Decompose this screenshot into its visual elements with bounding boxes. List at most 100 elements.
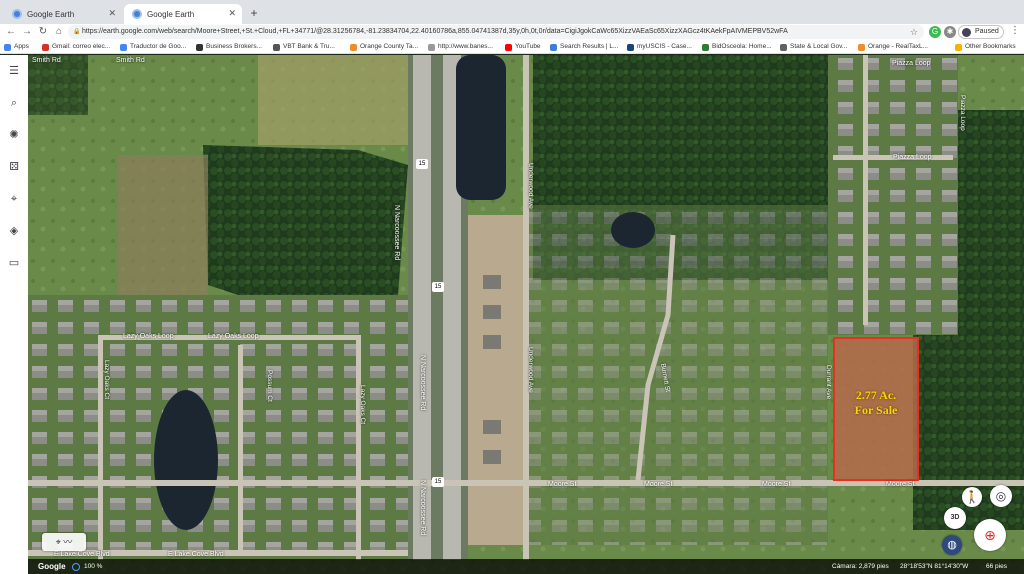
bookmark-star-icon[interactable]: ☆ (910, 25, 918, 39)
back-arrow-icon[interactable]: ← (4, 25, 18, 39)
map-style-layers-icon[interactable]: ◈ (6, 223, 22, 239)
folder-icon (955, 43, 962, 51)
close-tab-icon[interactable]: ✕ (108, 8, 116, 19)
reload-icon[interactable]: ↻ (36, 25, 50, 39)
bookmark-other[interactable]: Other Bookmarks (955, 41, 1016, 53)
bookmark-state-local[interactable]: State & Local Gov... (780, 41, 847, 53)
toggle-3d-button[interactable]: 3D (944, 507, 966, 529)
google-earth-favicon-icon (132, 9, 142, 19)
profile-paused-button[interactable]: Paused (958, 25, 1004, 39)
parcel-acreage: 2.77 Ac. (855, 388, 897, 402)
bookmark-youtube[interactable]: YouTube (505, 41, 541, 53)
home-icon[interactable]: ⌂ (52, 25, 66, 39)
search-results-icon (550, 43, 557, 51)
elevation: 66 pies (986, 563, 1007, 570)
parcel-label: 2.77 Ac. For Sale (834, 388, 918, 418)
apps-grid-icon (4, 43, 11, 51)
street-label-possum-ct: Possum Ct (266, 370, 273, 402)
gmail-icon (42, 43, 49, 51)
street-label-lazy-oaks-ct-2: Lazy Oaks Ct (359, 385, 366, 425)
tab-title: Google Earth (147, 9, 195, 19)
street-label-moore-st-4: Moore St (886, 481, 915, 488)
bookmark-gmail[interactable]: Gmail: correo elec... (42, 41, 110, 53)
grammarly-extension-icon[interactable]: G (929, 26, 941, 38)
search-icon[interactable]: ⌕ (6, 95, 22, 111)
street-label-underwood-bottom: Underwood Ave (527, 347, 534, 393)
browser-toolbar: ← → ↻ ⌂ 🔒 https://earth.google.com/web/s… (0, 24, 1024, 40)
tab-google-earth-1[interactable]: Google Earth ✕ (4, 4, 122, 24)
status-bar: Google 100 % Cámara: 2,879 pies 28°18'53… (28, 559, 1024, 574)
tab-google-earth-2[interactable]: Google Earth ✕ (124, 4, 242, 24)
earth-sidebar: ☰ ⌕ ✺ ⚄ ⌖ ◈ ▭ (0, 55, 28, 574)
loading-progress-icon (72, 563, 80, 571)
route-15-shield-bottom: 15 (432, 477, 444, 487)
satellite-map[interactable]: Smith Rd Smith Rd N Narcoossee Rd N Narc… (28, 55, 1024, 574)
street-label-moore-st-1: Moore St (548, 481, 577, 488)
zoom-level: 100 % (84, 563, 103, 570)
my-location-icon[interactable]: ◎ (990, 485, 1012, 507)
street-label-lazy-oaks-ct: Lazy Oaks Ct (103, 360, 110, 400)
vbt-bank-icon (273, 43, 280, 51)
street-label-moore-st-3: Moore St (762, 481, 791, 488)
bookmark-banes[interactable]: http://www.banes... (428, 41, 493, 53)
uscis-icon (627, 43, 634, 51)
parcel-for-sale-text: For Sale (854, 403, 898, 417)
street-label-smith-rd-b: Smith Rd (116, 57, 145, 64)
profile-status: Paused (975, 28, 999, 35)
bookmark-realtaxl[interactable]: Orange - RealTaxL... (858, 41, 928, 53)
street-label-piazza-loop-1: Piazza Loop (892, 60, 931, 67)
pegman-street-view-icon[interactable]: 🚶 (962, 487, 982, 507)
realtaxl-icon (858, 43, 865, 51)
state-local-icon (780, 43, 787, 51)
street-label-lazy-oaks-loop-1: Lazy Oaks Loop (123, 333, 174, 340)
satellite-imagery[interactable] (28, 55, 1024, 574)
lock-icon: 🔒 (73, 29, 81, 35)
bookmark-apps[interactable]: Apps (4, 41, 29, 53)
voyager-icon[interactable]: ✺ (6, 127, 22, 143)
street-label-durrant-ave: Durrant Ave (825, 365, 832, 400)
globe-icon[interactable]: ◍ (942, 535, 962, 555)
profile-avatar (962, 28, 971, 37)
bookmark-bidosceola[interactable]: BidOsceola: Home... (702, 41, 772, 53)
compass-icon[interactable]: ⊕ (974, 519, 1006, 551)
street-label-lake-cove-2: E Lake Cove Blvd (168, 551, 224, 558)
bookmark-translate[interactable]: Traductor de Goo... (120, 41, 186, 53)
forward-arrow-icon[interactable]: → (20, 25, 34, 39)
tab-title: Google Earth (27, 9, 75, 19)
street-label-narcoossee-bottom: N Narcoossee Rd (419, 480, 426, 536)
bookmarks-bar: Apps Gmail: correo elec... Traductor de … (0, 40, 1024, 54)
close-tab-icon[interactable]: ✕ (228, 8, 236, 19)
coordinates: 28°18'53"N 81°14'30"W (900, 563, 969, 570)
bookmark-business-brokers[interactable]: Business Brokers... (196, 41, 262, 53)
route-15-shield-top: 15 (416, 159, 428, 169)
street-label-lazy-oaks-loop-2: Lazy Oaks Loop (208, 333, 259, 340)
business-brokers-icon (196, 43, 203, 51)
address-bar[interactable]: 🔒 https://earth.google.com/web/search/Mo… (68, 25, 924, 39)
orange-county-icon (350, 43, 357, 51)
street-label-lake-cove-1: E Lake Cove Blvd (54, 551, 110, 558)
street-label-narcoossee-mid: N Narcoossee Rd (419, 355, 426, 411)
bookmark-vbt-bank[interactable]: VBT Bank & Tru... (273, 41, 335, 53)
street-label-moore-st-2: Moore St (644, 481, 673, 488)
camera-altitude: Cámara: 2,879 pies (832, 563, 889, 570)
browser-menu-icon[interactable]: ⋮ (1010, 25, 1020, 36)
google-earth-favicon-icon (12, 9, 22, 19)
feeling-lucky-dice-icon[interactable]: ⚄ (6, 159, 22, 175)
extensions-puzzle-icon[interactable]: ✱ (944, 26, 956, 38)
draw-line-icon[interactable]: 〰 (63, 537, 72, 547)
location-path-tools[interactable]: ⌖ 〰 (42, 533, 86, 551)
google-logo: Google (38, 562, 66, 571)
youtube-icon (505, 43, 512, 51)
bookmark-search-results[interactable]: Search Results | L... (550, 41, 618, 53)
menu-hamburger-icon[interactable]: ☰ (6, 63, 22, 79)
street-label-smith-rd-a: Smith Rd (32, 57, 61, 64)
place-marker-icon[interactable]: ⌖ (56, 537, 61, 547)
street-label-piazza-loop-2: Piazza Loop (893, 154, 932, 161)
bookmark-uscis[interactable]: myUSCIS - Case... (627, 41, 692, 53)
measure-ruler-icon[interactable]: ▭ (6, 255, 22, 271)
new-tab-button[interactable]: + (246, 6, 262, 22)
translate-icon (120, 43, 127, 51)
projects-pin-icon[interactable]: ⌖ (6, 191, 22, 207)
bookmark-orange-county[interactable]: Orange County Ta... (350, 41, 418, 53)
tab-strip: Google Earth ✕ Google Earth ✕ + (0, 0, 1024, 24)
